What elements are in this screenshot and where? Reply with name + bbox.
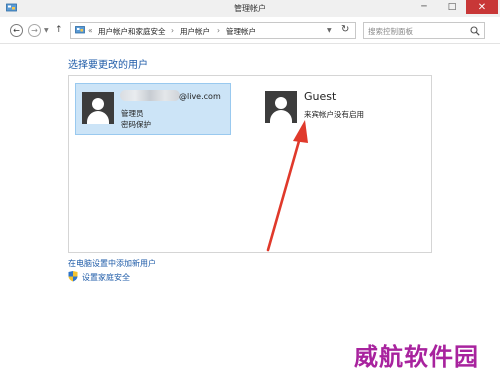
blurred-username bbox=[120, 90, 180, 101]
account-status: 密码保护 bbox=[121, 120, 151, 129]
recent-pages-dropdown[interactable]: ▼ bbox=[44, 27, 49, 34]
add-new-user-link[interactable]: 在电脑设置中添加新用户 bbox=[68, 258, 156, 269]
breadcrumb-item-family-safety[interactable]: 用户帐户和家庭安全 bbox=[98, 26, 166, 37]
breadcrumb-overflow[interactable]: « bbox=[88, 26, 93, 35]
search-box[interactable]: 搜索控制面板 bbox=[363, 22, 485, 39]
page-heading: 选择要更改的用户 bbox=[68, 60, 148, 71]
account-status: 来宾帐户没有启用 bbox=[304, 110, 364, 119]
breadcrumb-separator[interactable]: › bbox=[217, 26, 220, 35]
navigation-bar: ← → ▼ ↑ « 用户帐户和家庭安全 › 用户帐户 › 管理帐户 ▼ ↻ 搜索… bbox=[0, 17, 500, 44]
control-panel-icon bbox=[75, 26, 85, 34]
back-button[interactable]: ← bbox=[10, 24, 23, 37]
breadcrumb-separator[interactable]: › bbox=[171, 26, 174, 35]
account-email: @live.com bbox=[179, 92, 221, 101]
address-bar[interactable]: « 用户帐户和家庭安全 › 用户帐户 › 管理帐户 ▼ ↻ bbox=[70, 22, 356, 39]
address-dropdown[interactable]: ▼ bbox=[327, 27, 332, 34]
title-bar: 管理帐户 ─ □ ✕ bbox=[0, 0, 500, 17]
family-safety-label[interactable]: 设置家庭安全 bbox=[82, 272, 130, 283]
account-tile-guest[interactable]: Guest 来宾帐户没有启用 bbox=[259, 83, 369, 135]
account-type: 管理员 bbox=[121, 109, 144, 118]
search-placeholder: 搜索控制面板 bbox=[368, 27, 413, 36]
breadcrumb-item-user-accounts[interactable]: 用户帐户 bbox=[180, 26, 210, 37]
refresh-button[interactable]: ↻ bbox=[341, 24, 349, 35]
account-tile-admin[interactable]: @live.com 管理员 密码保护 bbox=[75, 83, 231, 135]
up-button[interactable]: ↑ bbox=[55, 25, 63, 35]
user-avatar-icon bbox=[265, 91, 297, 123]
breadcrumb-item-manage-accounts[interactable]: 管理帐户 bbox=[226, 26, 256, 37]
maximize-button[interactable]: □ bbox=[438, 0, 466, 14]
close-button[interactable]: ✕ bbox=[466, 0, 498, 14]
shield-icon bbox=[68, 271, 78, 282]
accounts-panel: @live.com 管理员 密码保护 Guest 来宾帐户没有启用 bbox=[68, 75, 432, 253]
forward-button[interactable]: → bbox=[28, 24, 41, 37]
user-avatar-icon bbox=[82, 92, 114, 124]
search-icon[interactable] bbox=[470, 26, 480, 36]
account-name: Guest bbox=[304, 90, 337, 103]
minimize-button[interactable]: ─ bbox=[410, 0, 438, 14]
watermark: 威航软件园 bbox=[354, 342, 479, 371]
